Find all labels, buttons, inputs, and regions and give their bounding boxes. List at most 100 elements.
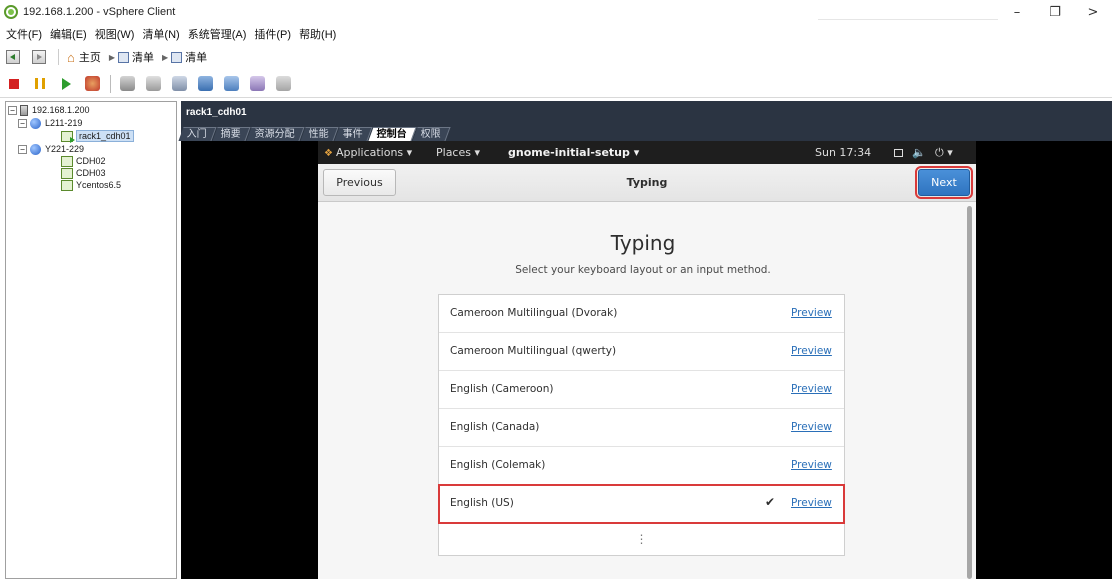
tree-dc2-label: Y221-229: [45, 144, 85, 154]
menu-file[interactable]: 文件(F): [6, 26, 42, 42]
collapse-toggle[interactable]: −: [8, 105, 17, 115]
volume-icon[interactable]: 🔈: [912, 146, 926, 159]
preview-link[interactable]: Preview: [791, 421, 832, 433]
breadcrumb-inventory[interactable]: ▶ 清单: [109, 49, 154, 65]
scrollbar[interactable]: [967, 206, 972, 579]
more-layouts-row[interactable]: ⋮: [439, 523, 844, 555]
tab-permissions[interactable]: 权限: [412, 127, 451, 141]
revert-snapshot-button[interactable]: [145, 76, 161, 92]
home-icon[interactable]: ⌂: [67, 50, 75, 65]
inventory-tree[interactable]: − 192.168.1.200 − L211-219 rack1_cdh01 −…: [5, 101, 177, 579]
nav-divider: [58, 49, 59, 65]
toolbar-divider: [110, 74, 111, 93]
list-item[interactable]: English (Cameroon) Preview: [439, 371, 844, 409]
menu-view[interactable]: 视图(W): [95, 26, 135, 42]
layout-label: Cameroon Multilingual (Dvorak): [450, 307, 618, 319]
tree-dc1-label: L211-219: [45, 118, 83, 128]
preview-link[interactable]: Preview: [791, 497, 832, 509]
suspend-button[interactable]: [32, 76, 48, 92]
list-item[interactable]: English (Canada) Preview: [439, 409, 844, 447]
snapshot-manager-icon: [171, 76, 187, 91]
power-menu-icon[interactable]: ⏻ ▾: [935, 146, 953, 160]
menu-bar: 文件(F) 编辑(E) 视图(W) 清单(N) 系统管理(A) 插件(P) 帮助…: [0, 24, 1112, 44]
breadcrumb-home[interactable]: 主页: [79, 49, 101, 65]
breadcrumb-inventory-2[interactable]: ▶ 清单: [162, 49, 207, 65]
menu-plugins[interactable]: 插件(P): [254, 26, 291, 42]
layout-label: English (Colemak): [450, 459, 546, 471]
tree-datacenter-y221[interactable]: − Y221-229: [18, 143, 84, 155]
collapse-toggle[interactable]: −: [18, 144, 27, 154]
gnome-foot-icon: ❖: [324, 148, 333, 159]
checkmark-icon: ✔: [765, 495, 776, 509]
window-titlebar: 192.168.1.200 - vSphere Client – ❐ >: [0, 0, 1112, 24]
revert-icon: [145, 76, 161, 91]
console-icon: [197, 76, 213, 91]
tree-host-row[interactable]: − 192.168.1.200: [8, 104, 90, 116]
snapshot-button[interactable]: [119, 76, 135, 92]
tree-vm-cdh03[interactable]: CDH03: [61, 167, 106, 179]
clone-button[interactable]: [275, 76, 291, 92]
tree-vm-ycentos[interactable]: Ycentos6.5: [61, 179, 121, 191]
menu-help[interactable]: 帮助(H): [299, 26, 336, 42]
vm-list-icon: [171, 51, 183, 63]
vm-icon: [61, 155, 73, 167]
tab-getting-started[interactable]: 入门: [178, 127, 217, 141]
tree-vm-cdh02[interactable]: CDH02: [61, 155, 106, 167]
list-item[interactable]: Cameroon Multilingual (Dvorak) Preview: [439, 295, 844, 333]
list-item-selected[interactable]: English (US) ✔ Preview: [438, 484, 845, 524]
menu-administration[interactable]: 系统管理(A): [188, 26, 247, 42]
server-icon: [20, 104, 28, 116]
close-button[interactable]: >: [1074, 0, 1112, 24]
vm-toolbar: [0, 70, 1112, 98]
next-button[interactable]: Next: [915, 166, 973, 199]
maximize-button[interactable]: ❐: [1036, 0, 1074, 24]
navigation-bar: ⌂ 主页 ▶ 清单 ▶ 清单: [0, 44, 1112, 70]
reset-button[interactable]: [84, 76, 100, 92]
tab-performance[interactable]: 性能: [300, 127, 339, 141]
guest-screen[interactable]: ❖ Applications ▾ Places ▾ gnome-initial-s…: [318, 141, 976, 579]
tab-resource-allocation[interactable]: 资源分配: [246, 127, 305, 141]
preview-link[interactable]: Preview: [791, 345, 832, 357]
layout-label: English (Canada): [450, 421, 540, 433]
layout-label: English (US): [450, 497, 514, 509]
app-name-menu[interactable]: gnome-initial-setup ▾: [508, 146, 639, 159]
tree-vm2-label: CDH02: [76, 156, 106, 166]
vm-tabs: 入门 摘要 资源分配 性能 事件 控制台 权限: [178, 125, 451, 141]
crumb-arrow-icon: ▶: [162, 52, 169, 62]
tab-events[interactable]: 事件: [334, 127, 373, 141]
tree-vm4-label: Ycentos6.5: [76, 180, 122, 190]
minimize-button[interactable]: –: [998, 0, 1036, 24]
list-item[interactable]: Cameroon Multilingual (qwerty) Preview: [439, 333, 844, 371]
menu-inventory[interactable]: 清单(N): [142, 26, 179, 42]
forward-button[interactable]: [32, 50, 46, 64]
layout-label: English (Cameroon): [450, 383, 554, 395]
power-on-button[interactable]: [58, 76, 74, 92]
setup-content: Typing Select your keyboard layout or an…: [318, 202, 976, 579]
applications-menu[interactable]: ❖ Applications ▾: [324, 146, 412, 159]
setup-headerbar: Previous Typing Next: [318, 164, 976, 202]
tree-vm-rack1-cdh01[interactable]: rack1_cdh01: [61, 130, 134, 143]
menu-edit[interactable]: 编辑(E): [50, 26, 87, 42]
console-button[interactable]: [197, 76, 213, 92]
preview-link[interactable]: Preview: [791, 459, 832, 471]
inventory-icon: [118, 51, 130, 63]
keyboard-layout-list[interactable]: Cameroon Multilingual (Dvorak) Preview C…: [438, 294, 845, 556]
list-item[interactable]: English (Colemak) Preview: [439, 447, 844, 485]
power-off-button[interactable]: [6, 76, 22, 92]
datacenter-icon: [30, 143, 41, 155]
gnome-top-bar: ❖ Applications ▾ Places ▾ gnome-initial-s…: [318, 141, 976, 164]
preview-link[interactable]: Preview: [791, 307, 832, 319]
clone-icon: [275, 76, 291, 91]
places-menu[interactable]: Places ▾: [436, 146, 480, 159]
edit-settings-button[interactable]: [249, 76, 265, 92]
tab-console[interactable]: 控制台: [368, 127, 417, 141]
preview-link[interactable]: Preview: [791, 383, 832, 395]
back-button[interactable]: [6, 50, 20, 64]
migrate-button[interactable]: [223, 76, 239, 92]
snapshot-manager-button[interactable]: [171, 76, 187, 92]
collapse-toggle[interactable]: −: [18, 118, 27, 128]
title-search-field[interactable]: [818, 4, 998, 20]
tree-datacenter-l211[interactable]: − L211-219: [18, 117, 82, 129]
tab-summary[interactable]: 摘要: [212, 127, 251, 141]
clock[interactable]: Sun 17:34: [815, 146, 871, 159]
